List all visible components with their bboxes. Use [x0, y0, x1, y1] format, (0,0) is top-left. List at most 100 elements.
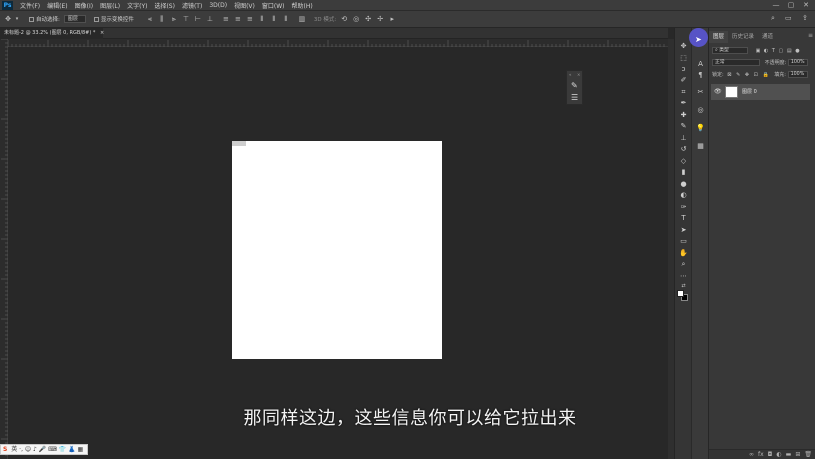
- menu-item-help[interactable]: 帮助(H): [292, 1, 313, 10]
- move-tool-icon[interactable]: ✥: [678, 41, 689, 51]
- filter-type-icon[interactable]: T: [772, 48, 775, 54]
- pen-tool-icon[interactable]: ✑: [678, 202, 689, 212]
- lock-pixels-icon[interactable]: ✎: [736, 72, 740, 78]
- close-button[interactable]: ✕: [800, 0, 812, 10]
- menu-item-image[interactable]: 图像(I): [75, 1, 93, 10]
- eraser-tool-icon[interactable]: ◇: [678, 156, 689, 166]
- distribute-top-icon[interactable]: ≡: [222, 15, 230, 23]
- add-mask-icon[interactable]: ◘: [768, 451, 773, 458]
- document-tab[interactable]: 未标题-2 @ 33.2% (图层 0, RGB/8#) * ×: [0, 28, 104, 39]
- filter-pixel-icon[interactable]: ▣: [756, 48, 761, 54]
- shape-tool-icon[interactable]: ▭: [678, 236, 689, 246]
- lock-artboard-icon[interactable]: ⊡: [754, 72, 758, 78]
- filter-shape-icon[interactable]: ▢: [779, 48, 784, 54]
- lock-position-icon[interactable]: ✥: [745, 72, 749, 78]
- move-tool-icon[interactable]: ✥: [4, 15, 12, 23]
- close-tab-icon[interactable]: ×: [100, 30, 104, 36]
- visibility-eye-icon[interactable]: 👁: [714, 84, 722, 100]
- ime-status-icons[interactable]: 英 ·, ☺ ♪ 🎤 ⌨ 👕 👗 ▦: [11, 446, 83, 453]
- distribute-left-icon[interactable]: ⦀: [258, 15, 266, 23]
- menu-item-select[interactable]: 选择(S): [154, 1, 175, 10]
- delete-layer-icon[interactable]: 🗑: [804, 451, 812, 458]
- libraries-icon[interactable]: ▦: [695, 141, 706, 151]
- tab-channels[interactable]: 通道: [758, 31, 777, 43]
- marquee-tool-icon[interactable]: ⬚: [678, 53, 689, 63]
- distribute-center-icon[interactable]: ⦀: [270, 15, 278, 23]
- distribute-right-icon[interactable]: ⦀: [282, 15, 290, 23]
- 3d-icon[interactable]: ◎: [695, 105, 706, 115]
- stamp-tool-icon[interactable]: ⊥: [678, 133, 689, 143]
- vertical-ruler[interactable]: [0, 39, 8, 459]
- align-middle-icon[interactable]: ⊢: [194, 15, 202, 23]
- healing-tool-icon[interactable]: ✚: [678, 110, 689, 120]
- dodge-tool-icon[interactable]: ◐: [678, 190, 689, 200]
- learn-icon[interactable]: 💡: [695, 123, 706, 133]
- close-panel-icon[interactable]: ×: [577, 72, 580, 77]
- menu-item-type[interactable]: 文字(Y): [127, 1, 147, 10]
- auto-align-icon[interactable]: ▥: [298, 15, 306, 23]
- 3d-roll-icon[interactable]: ◎: [352, 15, 360, 23]
- link-layers-icon[interactable]: ∞: [749, 451, 754, 458]
- eyedropper-tool-icon[interactable]: ✒: [678, 98, 689, 108]
- menu-item-3d[interactable]: 3D(D): [209, 2, 227, 9]
- align-center-icon[interactable]: ⫼: [158, 15, 166, 23]
- history-brush-tool-icon[interactable]: ↺: [678, 144, 689, 154]
- tab-history[interactable]: 历史记录: [728, 31, 758, 43]
- chevron-down-icon[interactable]: ▾: [13, 15, 21, 23]
- foreground-color-swatch[interactable]: [677, 290, 684, 297]
- align-top-icon[interactable]: ⊤: [182, 15, 190, 23]
- show-transform-checkbox[interactable]: [93, 16, 99, 22]
- paragraph-icon[interactable]: ¶: [695, 70, 706, 80]
- panel-menu-icon[interactable]: ≡: [808, 32, 813, 39]
- align-bottom-icon[interactable]: ⊥: [206, 15, 214, 23]
- horizontal-ruler[interactable]: [8, 39, 668, 47]
- zoom-tool-icon[interactable]: ⌕: [678, 259, 689, 269]
- new-group-icon[interactable]: ▬: [786, 451, 792, 458]
- blend-mode-dropdown[interactable]: 正常: [712, 59, 760, 66]
- opacity-input[interactable]: 100%: [787, 59, 808, 66]
- align-right-icon[interactable]: ⫸: [170, 15, 178, 23]
- path-select-tool-icon[interactable]: ➤: [678, 225, 689, 235]
- filter-toggle-icon[interactable]: ●: [795, 48, 799, 54]
- filter-adjust-icon[interactable]: ◐: [764, 48, 768, 54]
- type-tool-icon[interactable]: T: [678, 213, 689, 223]
- distribute-bottom-icon[interactable]: ≡: [246, 15, 254, 23]
- 3d-scale-icon[interactable]: ▸: [388, 15, 396, 23]
- gradient-tool-icon[interactable]: ▮: [678, 167, 689, 177]
- auto-select-checkbox[interactable]: [29, 16, 34, 22]
- tools-preset-icon[interactable]: ✂: [695, 87, 706, 97]
- brush-preset-icon[interactable]: ✎: [571, 81, 578, 90]
- ime-toolbar[interactable]: S 英 ·, ☺ ♪ 🎤 ⌨ 👕 👗 ▦: [0, 444, 88, 455]
- quick-select-tool-icon[interactable]: ✐: [678, 75, 689, 85]
- brush-tool-icon[interactable]: ✎: [678, 121, 689, 131]
- new-layer-icon[interactable]: ⊞: [795, 451, 800, 458]
- distribute-middle-icon[interactable]: ≡: [234, 15, 242, 23]
- menu-item-filter[interactable]: 滤镜(T): [182, 1, 202, 10]
- share-icon[interactable]: ⇪: [802, 14, 808, 22]
- brush-settings-icon[interactable]: ☰: [571, 93, 578, 102]
- collapse-icon[interactable]: «: [569, 72, 571, 77]
- menu-item-window[interactable]: 窗口(W): [262, 1, 285, 10]
- document-canvas[interactable]: [232, 141, 442, 359]
- lock-all-icon[interactable]: 🔒: [762, 72, 768, 78]
- character-icon[interactable]: A: [695, 59, 706, 69]
- 3d-rotate-icon[interactable]: ⟲: [340, 15, 348, 23]
- minimize-button[interactable]: —: [770, 0, 782, 10]
- layer-row[interactable]: 👁 图层 0: [711, 84, 810, 100]
- menu-item-file[interactable]: 文件(F): [20, 1, 40, 10]
- menu-item-layer[interactable]: 图层(L): [100, 1, 120, 10]
- hand-tool-icon[interactable]: ✋: [678, 248, 689, 258]
- align-left-icon[interactable]: ⫷: [146, 15, 154, 23]
- filter-smart-icon[interactable]: ▤: [787, 48, 792, 54]
- 3d-pan-icon[interactable]: ✣: [364, 15, 372, 23]
- crop-tool-icon[interactable]: ⌗: [678, 87, 689, 97]
- more-tools-icon[interactable]: ⋯: [678, 271, 689, 281]
- tab-layers[interactable]: 图层: [709, 31, 729, 43]
- menu-item-edit[interactable]: 编辑(E): [47, 1, 67, 10]
- lock-transparency-icon[interactable]: ⊠: [727, 72, 731, 78]
- blur-tool-icon[interactable]: ●: [678, 179, 689, 189]
- adjustment-layer-icon[interactable]: ◐: [776, 451, 781, 458]
- fill-input[interactable]: 100%: [787, 71, 808, 78]
- auto-select-dropdown[interactable]: 图层: [63, 15, 86, 23]
- layer-filter-dropdown[interactable]: ⌕ 类型: [712, 47, 748, 54]
